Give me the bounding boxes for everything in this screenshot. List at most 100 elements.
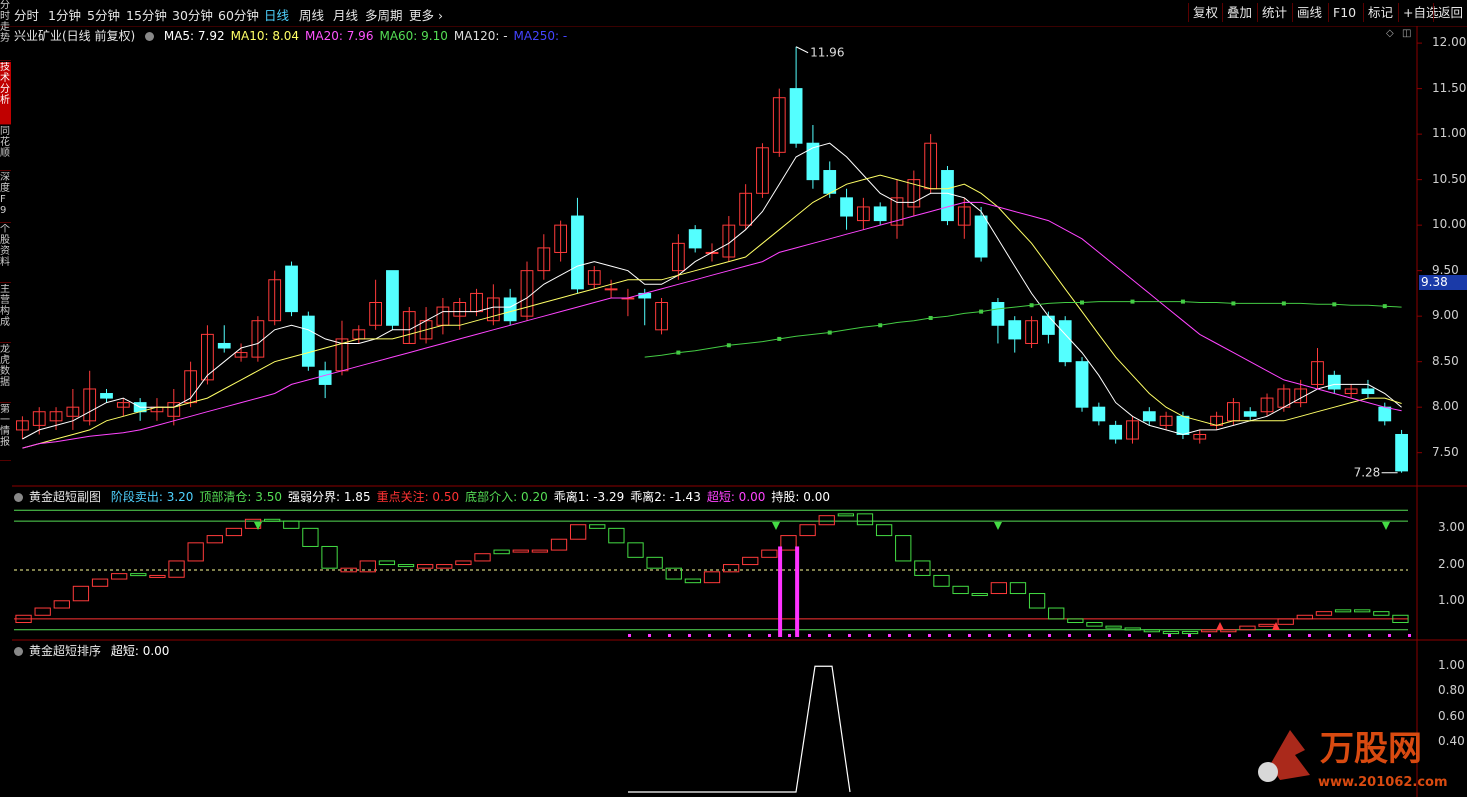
sub1-bar [1315,611,1333,616]
sub1-bar [130,573,147,577]
current-price-tag: 9.38 [1419,274,1467,290]
coin-icon [1258,762,1278,782]
candle-body [386,270,399,326]
sub1-bar [837,513,855,517]
main-ytick-label: 11.00 [1432,126,1467,141]
ma60-marker [1231,301,1236,306]
sub1-bar [302,527,319,547]
sub1-dot [1208,634,1211,637]
settings-circle-icon[interactable] [14,493,23,502]
sub1-bar [589,524,606,529]
sub1-bar [436,564,453,569]
sub1-bar [168,560,185,578]
settings-circle-icon[interactable] [145,32,155,41]
candle-body [1109,424,1123,440]
sub1-bar [512,549,529,553]
candle-body [1327,374,1341,390]
ma60-marker [1382,304,1387,309]
sub1-bar [971,593,988,597]
ma-label-1: MA10: 8.04 [230,29,300,43]
sub1-dot [1368,634,1371,637]
sub1-label-0: 阶段卖出: 3.20 [110,490,194,504]
sub1-bar [799,524,816,537]
sub1-bar [990,582,1007,595]
sub1-ytick-label: 2.00 [1438,556,1465,571]
main-ytick-label: 12.00 [1432,35,1467,50]
sub1-label-7: 超短: 0.00 [706,490,766,504]
sub1-bar [608,527,625,544]
ma-label-4: MA120: - [453,29,508,43]
candle-body [217,342,231,349]
sub1-bar [1143,629,1160,633]
sub1-bar [149,574,166,578]
sub1-bar [646,556,663,569]
sub1-bar [1086,622,1103,627]
sub2-label-0: 超短: 0.00 [110,644,170,658]
sub2-ytick-label: 1.00 [1438,658,1465,673]
sub1-bar [1334,609,1352,613]
sub1-bar [550,538,568,551]
sub1-bar [1105,625,1122,629]
candle-body [1243,411,1257,417]
candle-body [604,288,618,291]
kline-chart-canvas[interactable]: 11.96 7.28 [0,0,1467,797]
sub1-dot [1028,634,1031,637]
sub1-bar [627,542,644,558]
candle-body [1361,388,1375,395]
ma-label-5: MA250: - [513,29,568,43]
sub1-label-1: 顶部清仓: 3.50 [199,490,282,504]
sub1-dot [1148,634,1151,637]
candle-body [318,370,332,385]
sub1-dot [688,634,691,637]
candle-body [1176,415,1190,435]
sub1-bar [895,535,912,562]
candle-body [1008,320,1022,340]
sub1-bar [397,564,415,568]
sub1-dot [768,634,771,637]
down-arrow-icon [994,522,1002,530]
sub1-spike [778,546,783,637]
sub1-bar [569,524,587,540]
sub1-bar [417,564,434,569]
sub1-bar [53,600,70,609]
stock-title: 兴业矿业(日线 前复权) [14,29,136,43]
sub1-dot [788,634,791,637]
sub1-dot [988,634,991,637]
sub1-dot [1268,634,1271,637]
low-label: 7.28 [1354,466,1381,480]
ma60-marker [1180,299,1185,304]
sub1-dot [1308,634,1311,637]
watermark-logo: 万股网 www.201062.com [1250,720,1465,795]
sub1-dot [928,634,931,637]
candle-body [941,170,954,222]
candle-body [1041,315,1055,335]
sub1-dot [1048,634,1051,637]
ma60-marker [979,309,984,314]
sub1-bar [1009,582,1027,595]
sub1-bar [1048,607,1065,620]
ma60-marker [1130,299,1135,304]
sub1-dot [968,634,971,637]
ma-line-ma5 [22,142,1402,440]
settings-circle-icon[interactable] [14,647,23,656]
sub1-bar [1258,623,1275,627]
sub1-bar [914,560,931,576]
sub1-dot [1108,634,1111,637]
sub1-dot [648,634,651,637]
ma-label-2: MA20: 7.96 [305,29,374,43]
sub1-bar [91,578,109,587]
candle-body [823,170,837,194]
sub1-bar [531,549,549,553]
sub1-bar [856,513,874,526]
ma60-marker [726,343,731,348]
candle-body [1058,320,1072,363]
sub1-dot [728,634,731,637]
sub1-dot [868,634,871,637]
diamond-icon[interactable]: ◇ [1386,28,1394,39]
candle-body [991,302,1005,326]
candle-body [100,393,113,399]
window-icon[interactable]: ◫ [1402,28,1411,39]
sub1-dot [888,634,891,637]
sub1-bar [474,553,491,562]
high-label: 11.96 [810,46,844,60]
